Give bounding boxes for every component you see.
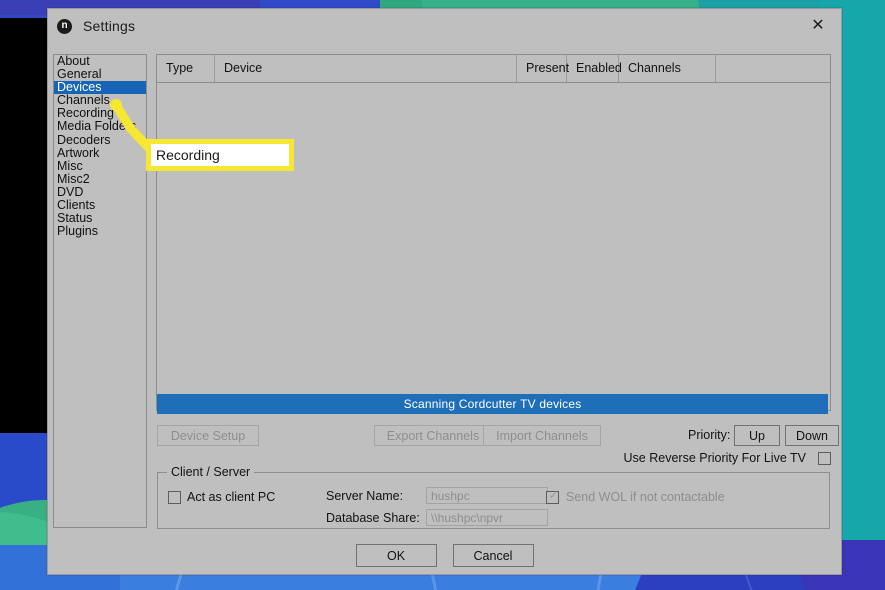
send-wol-checkbox[interactable] (546, 489, 560, 504)
cancel-button[interactable]: Cancel (452, 544, 534, 567)
window-title: Settings (83, 18, 136, 34)
reverse-priority-checkbox[interactable] (818, 451, 831, 465)
database-share-row: Database Share: (326, 509, 548, 526)
sidebar-item-artwork[interactable]: Artwork (54, 146, 146, 160)
export-channels-button[interactable]: Export Channels (374, 425, 492, 446)
client-server-legend: Client / Server (167, 465, 255, 479)
close-icon[interactable]: ✕ (795, 9, 841, 41)
title-bar: n Settings ✕ (48, 9, 841, 43)
reverse-priority-row: Use Reverse Priority For Live TV (624, 451, 831, 465)
priority-up-button[interactable]: Up (734, 425, 780, 446)
server-name-label: Server Name: (326, 488, 404, 503)
dialog-footer: OK Cancel (48, 535, 841, 574)
act-as-client-checkbox[interactable] (168, 490, 181, 504)
priority-down-button[interactable]: Down (785, 425, 839, 446)
act-as-client-row[interactable]: Act as client PC (168, 490, 275, 504)
column-header-channels[interactable]: Channels (619, 55, 716, 82)
sidebar-item-plugins[interactable]: Plugins (54, 225, 146, 238)
ok-button[interactable]: OK (355, 544, 437, 567)
column-header-present[interactable]: Present (517, 55, 569, 82)
database-share-label: Database Share: (326, 510, 420, 525)
nextpvr-app-icon: n (57, 18, 72, 34)
annotation-callout-box: Recording (146, 139, 294, 171)
server-name-row: Server Name: (326, 487, 548, 504)
sidebar-item-misc2[interactable]: Misc2 (54, 172, 146, 186)
server-name-input[interactable] (426, 487, 548, 504)
annotation-callout-text: Recording (156, 147, 220, 163)
column-header-enabled[interactable]: Enabled (567, 55, 622, 82)
settings-category-list[interactable]: About General Devices Channels Recording Medi… (53, 54, 147, 528)
priority-label: Priority: (688, 428, 731, 442)
import-channels-button[interactable]: Import Channels (483, 425, 601, 446)
dialog-content: About General Devices Channels Recording Medi… (48, 43, 841, 574)
act-as-client-label: Act as client PC (187, 490, 276, 504)
send-wol-row[interactable]: Send WOL if not contactable (546, 489, 725, 504)
column-header-spacer[interactable] (716, 55, 829, 82)
scan-progress-bar: Scanning Cordcutter TV devices (157, 394, 828, 414)
device-setup-button[interactable]: Device Setup (157, 425, 259, 446)
scan-status-text: Scanning Cordcutter TV devices (403, 397, 582, 411)
column-header-device[interactable]: Device (215, 55, 517, 82)
device-table-header: Type Device Present Enabled Channels (157, 55, 830, 83)
database-share-input[interactable] (426, 509, 548, 526)
sidebar-item-misc[interactable]: Misc (54, 159, 146, 173)
sidebar-item-media-folders[interactable]: Media Folders (54, 120, 146, 133)
column-header-type[interactable]: Type (157, 55, 215, 82)
device-table[interactable]: Type Device Present Enabled Channels (156, 54, 831, 411)
settings-dialog: n Settings ✕ About General Devices Channels… (47, 8, 842, 575)
devices-panel: Type Device Present Enabled Channels Scannin… (156, 54, 839, 529)
send-wol-label: Send WOL if not contactable (566, 490, 725, 504)
reverse-priority-label: Use Reverse Priority For Live TV (623, 451, 806, 465)
client-server-group: Client / Server Act as client PC Server … (157, 465, 830, 529)
sidebar-item-decoders[interactable]: Decoders (54, 133, 146, 147)
